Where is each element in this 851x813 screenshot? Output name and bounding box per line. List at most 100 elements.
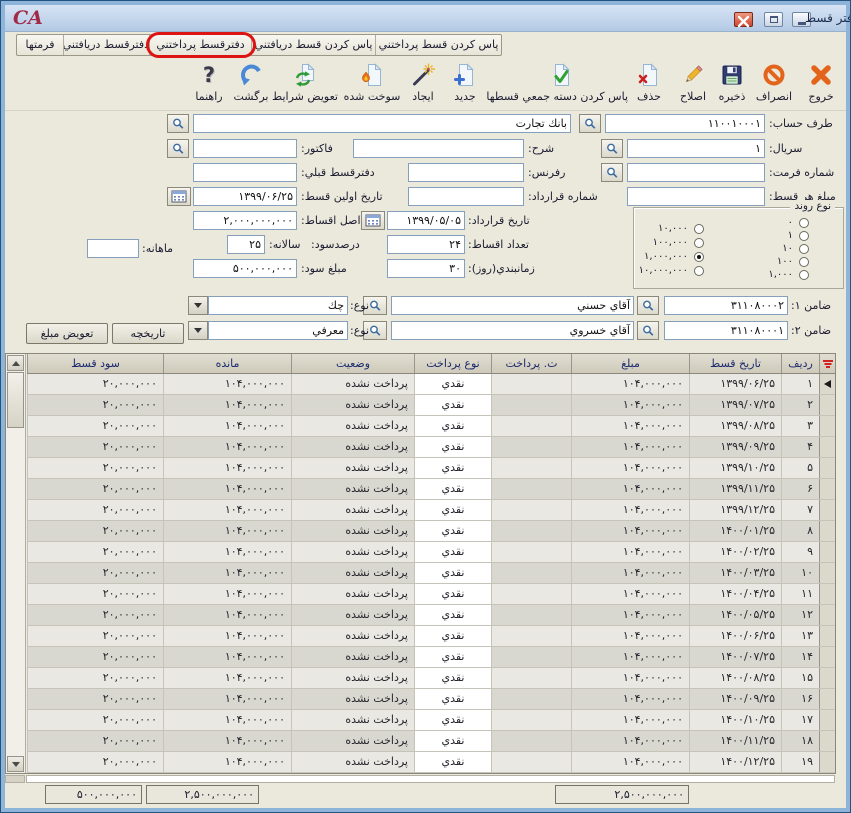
row-selector[interactable] (819, 521, 835, 541)
schedule-days-field[interactable]: ۳۰ (387, 259, 465, 278)
serial-field[interactable]: ۱ (627, 139, 765, 158)
header-balance[interactable]: مانده (163, 354, 291, 373)
row-selector[interactable] (819, 542, 835, 562)
return-button[interactable]: برگشت (231, 60, 271, 108)
help-button[interactable]: ? راهنما (188, 60, 230, 108)
table-row[interactable]: ۱۳ ۱۴۰۰/۰۶/۲۵ ۱۰۴,۰۰۰,۰۰۰ نقدي پرداخت نش… (27, 626, 835, 647)
type2-dropdown-button[interactable] (188, 321, 208, 340)
monthly-field[interactable] (87, 239, 139, 258)
row-selector[interactable] (819, 458, 835, 478)
table-row[interactable]: ۱۸ ۱۴۰۰/۱۱/۲۵ ۱۰۴,۰۰۰,۰۰۰ نقدي پرداخت نش… (27, 731, 835, 752)
row-selector[interactable] (819, 374, 835, 394)
table-row[interactable]: ۶ ۱۳۹۹/۱۱/۲۵ ۱۰۴,۰۰۰,۰۰۰ نقدي پرداخت نشد… (27, 479, 835, 500)
rounding-option[interactable]: ۱,۰۰۰,۰۰۰ (634, 252, 845, 264)
tab-payable-book[interactable]: دفترقسط پرداختني (149, 35, 251, 55)
row-selector[interactable] (819, 710, 835, 730)
guarantor2-search-button[interactable] (637, 321, 659, 340)
table-row[interactable]: ۱۴ ۱۴۰۰/۰۷/۲۵ ۱۰۴,۰۰۰,۰۰۰ نقدي پرداخت نش… (27, 647, 835, 668)
contract-number-field[interactable] (408, 187, 524, 206)
annual-percent-field[interactable]: ۲۵ (227, 235, 265, 254)
header-payment-date[interactable]: ت. پرداخت (491, 354, 571, 373)
scroll-up-button[interactable] (7, 355, 24, 371)
table-row[interactable]: ۱۱ ۱۴۰۰/۰۴/۲۵ ۱۰۴,۰۰۰,۰۰۰ نقدي پرداخت نش… (27, 584, 835, 605)
rounding-option[interactable]: ۱۰۰,۰۰۰ (634, 238, 845, 250)
change-terms-button[interactable]: تعويض شرايط (269, 60, 341, 108)
account-name-search-button[interactable] (167, 114, 189, 133)
table-row[interactable]: ۱۶ ۱۴۰۰/۰۹/۲۵ ۱۰۴,۰۰۰,۰۰۰ نقدي پرداخت نش… (27, 689, 835, 710)
row-selector[interactable] (819, 689, 835, 709)
per-installment-field[interactable] (627, 187, 765, 206)
invoice-field[interactable] (193, 139, 297, 158)
table-row[interactable]: ۱۹ ۱۴۰۰/۱۲/۲۵ ۱۰۴,۰۰۰,۰۰۰ نقدي پرداخت نش… (27, 752, 835, 773)
row-selector[interactable] (819, 605, 835, 625)
new-button[interactable]: جديد (445, 60, 485, 108)
create-button[interactable]: ايجاد (403, 60, 443, 108)
row-selector[interactable] (819, 626, 835, 646)
serial-search-button[interactable] (601, 139, 623, 158)
row-selector[interactable] (819, 668, 835, 688)
horizontal-scrollbar[interactable] (26, 775, 835, 783)
contract-date-calendar-button[interactable] (361, 211, 385, 230)
principal-field[interactable]: ۲,۰۰۰,۰۰۰,۰۰۰ (193, 211, 297, 230)
table-row[interactable]: ۱ ۱۳۹۹/۰۶/۲۵ ۱۰۴,۰۰۰,۰۰۰ نقدي پرداخت نشد… (27, 374, 835, 395)
tab-pass-receivable[interactable]: پاس كردن قسط دريافتني (251, 35, 375, 55)
reference-field[interactable] (408, 163, 524, 182)
bulk-pass-button[interactable]: پاس كردن دسته جمعي قسطها (494, 60, 628, 108)
table-row[interactable]: ۱۰ ۱۴۰۰/۰۳/۲۵ ۱۰۴,۰۰۰,۰۰۰ نقدي پرداخت نش… (27, 563, 835, 584)
type2-combobox[interactable]: معرفي (208, 321, 348, 340)
table-row[interactable]: ۷ ۱۳۹۹/۱۲/۲۵ ۱۰۴,۰۰۰,۰۰۰ نقدي پرداخت نشد… (27, 500, 835, 521)
format-number-field[interactable] (627, 163, 765, 182)
cancel-button[interactable]: انصراف (751, 60, 797, 108)
rounding-option[interactable]: ۱۰,۰۰۰ (634, 224, 845, 236)
guarantor2-code-field[interactable]: ۳۱۱۰۸۰۰۰۱ (664, 321, 788, 340)
tab-pass-payable[interactable]: پاس كردن قسط پرداختني (375, 35, 501, 55)
row-selector[interactable] (819, 437, 835, 457)
table-row[interactable]: ۱۷ ۱۴۰۰/۱۰/۲۵ ۱۰۴,۰۰۰,۰۰۰ نقدي پرداخت نش… (27, 710, 835, 731)
table-row[interactable]: ۸ ۱۴۰۰/۰۱/۲۵ ۱۰۴,۰۰۰,۰۰۰ نقدي پرداخت نشد… (27, 521, 835, 542)
row-selector[interactable] (819, 416, 835, 436)
account-name-field[interactable]: بانك تجارت (193, 114, 571, 133)
vertical-scrollbar[interactable] (6, 354, 26, 773)
table-row[interactable]: ۲ ۱۳۹۹/۰۷/۲۵ ۱۰۴,۰۰۰,۰۰۰ نقدي پرداخت نشد… (27, 395, 835, 416)
description-field[interactable] (353, 139, 524, 158)
type1-dropdown-button[interactable] (188, 296, 208, 315)
guarantor2-name-field[interactable]: آقاي خسروي (391, 321, 634, 340)
installment-count-field[interactable]: ۲۴ (387, 235, 465, 254)
exit-button[interactable]: خروج (798, 60, 844, 108)
table-row[interactable]: ۹ ۱۴۰۰/۰۲/۲۵ ۱۰۴,۰۰۰,۰۰۰ نقدي پرداخت نشد… (27, 542, 835, 563)
previous-book-field[interactable] (193, 163, 297, 182)
filter-header-cell[interactable] (819, 354, 835, 373)
table-row[interactable]: ۴ ۱۳۹۹/۰۹/۲۵ ۱۰۴,۰۰۰,۰۰۰ نقدي پرداخت نشد… (27, 437, 835, 458)
tab-receivable-book[interactable]: دفترقسط دريافتني (63, 35, 149, 55)
save-button[interactable]: ذخيره (713, 60, 751, 108)
guarantor1-code-field[interactable]: ۳۱۱۰۸۰۰۰۲ (664, 296, 788, 315)
profit-amount-field[interactable]: ۵۰۰,۰۰۰,۰۰۰ (193, 259, 297, 278)
close-button[interactable] (734, 12, 753, 27)
row-selector[interactable] (819, 647, 835, 667)
row-selector[interactable] (819, 752, 835, 772)
header-row-number[interactable]: رديف (781, 354, 819, 373)
table-row[interactable]: ۱۵ ۱۴۰۰/۰۸/۲۵ ۱۰۴,۰۰۰,۰۰۰ نقدي پرداخت نش… (27, 668, 835, 689)
header-installment-profit[interactable]: سود قسط (27, 354, 163, 373)
burned-button[interactable]: سوخت شده (342, 60, 402, 108)
maximize-button[interactable] (764, 12, 783, 27)
type1-combobox[interactable]: چك (208, 296, 348, 315)
first-date-calendar-button[interactable] (167, 187, 191, 206)
table-row[interactable]: ۳ ۱۳۹۹/۰۸/۲۵ ۱۰۴,۰۰۰,۰۰۰ نقدي پرداخت نشد… (27, 416, 835, 437)
invoice-search-button[interactable] (167, 139, 189, 158)
history-button[interactable]: تاريخچه (112, 323, 184, 344)
change-amount-button[interactable]: تعويض مبلغ (26, 323, 108, 344)
header-status[interactable]: وضعيت (291, 354, 414, 373)
row-selector[interactable] (819, 395, 835, 415)
rounding-option[interactable]: ۱۰,۰۰۰,۰۰۰ (634, 266, 845, 278)
first-installment-date-field[interactable]: ۱۳۹۹/۰۶/۲۵ (193, 187, 297, 206)
table-row[interactable]: ۱۲ ۱۴۰۰/۰۵/۲۵ ۱۰۴,۰۰۰,۰۰۰ نقدي پرداخت نش… (27, 605, 835, 626)
edit-button[interactable]: اصلاح (673, 60, 713, 108)
tab-formats[interactable]: فرمتها (17, 35, 63, 55)
scrollbar-thumb[interactable] (7, 372, 24, 428)
format-search-button[interactable] (601, 163, 623, 182)
guarantor1-search-button[interactable] (637, 296, 659, 315)
row-selector[interactable] (819, 584, 835, 604)
row-selector[interactable] (819, 731, 835, 751)
header-payment-type[interactable]: نوع پرداخت (414, 354, 491, 373)
